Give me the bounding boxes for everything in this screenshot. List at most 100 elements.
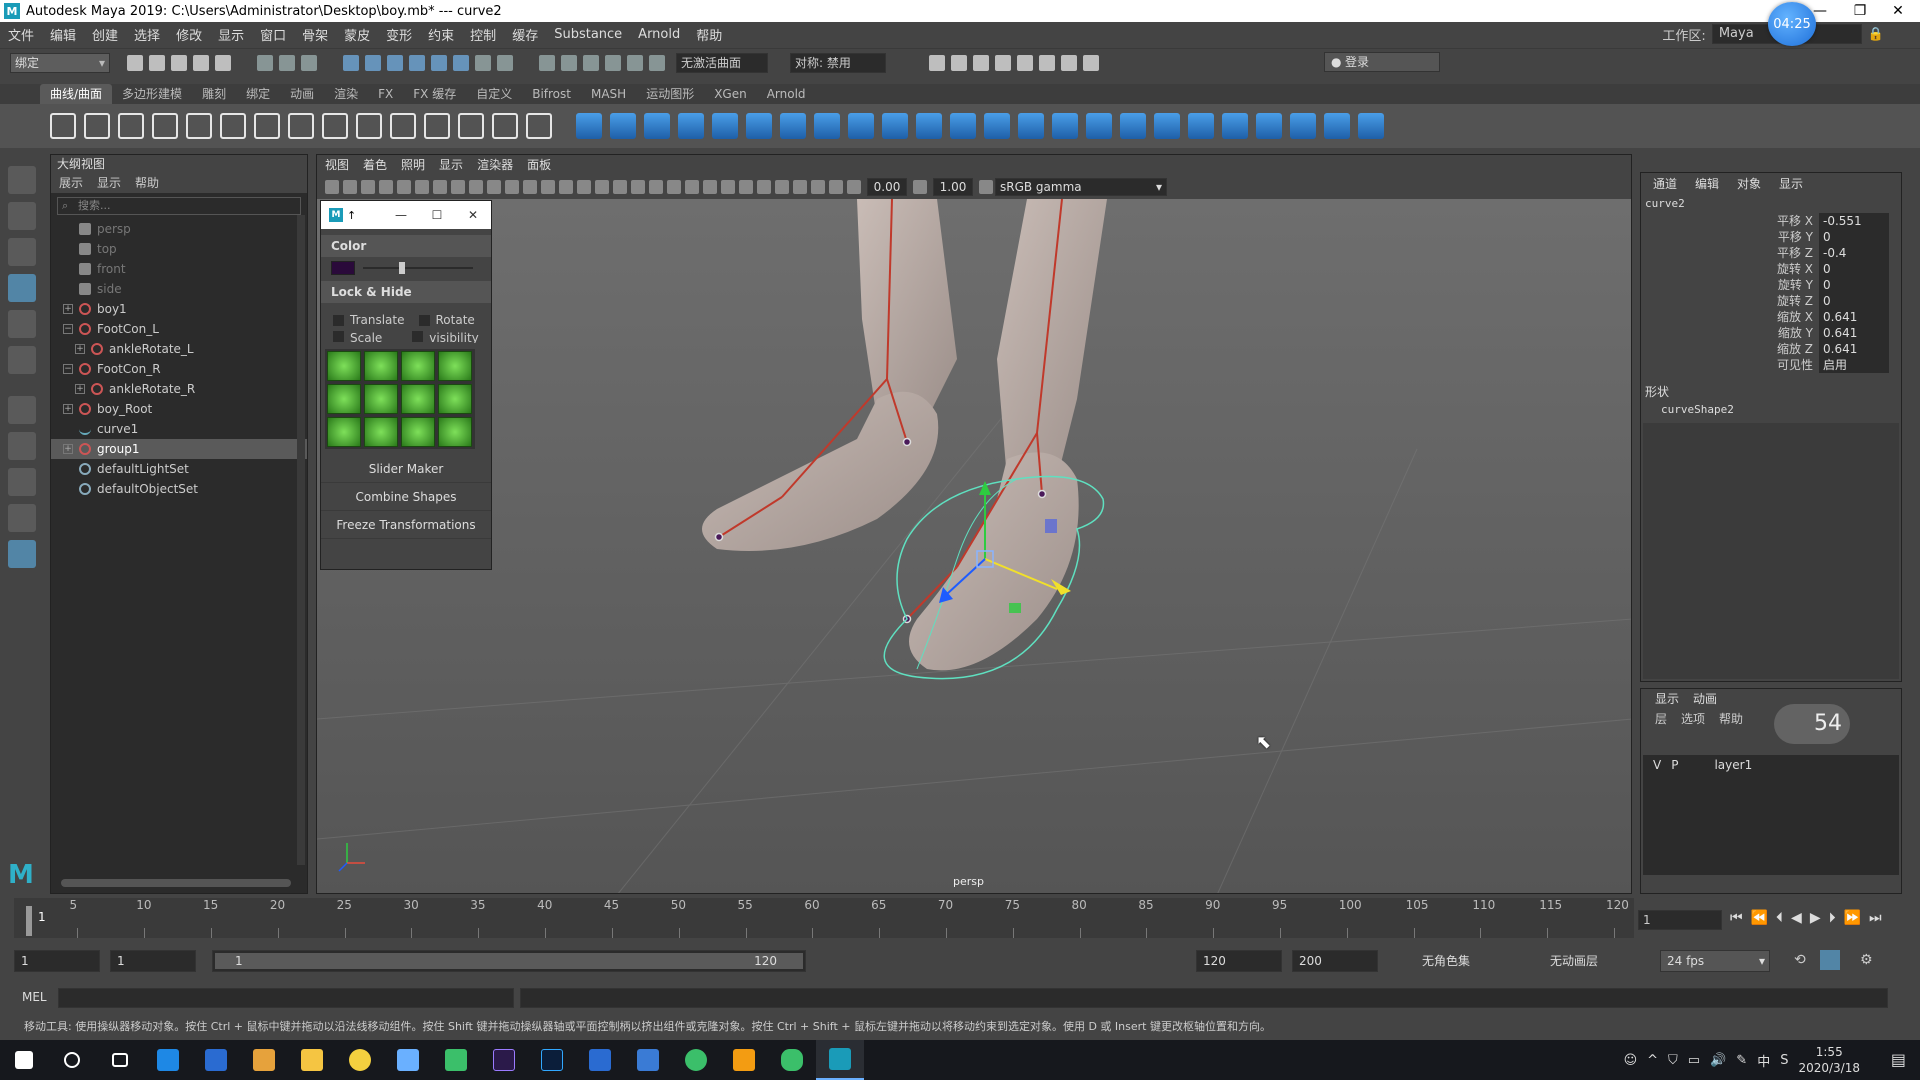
save-scene-icon[interactable] (171, 54, 187, 71)
viewport-toggle-icon[interactable] (343, 180, 357, 194)
time-slider[interactable]: 5 10 15 20 25 30 35 40 45 50 55 60 65 70 75 80 85 90 95 100… (14, 898, 1634, 938)
snap-projected-icon[interactable] (409, 54, 425, 71)
shelf-tab[interactable]: 自定义 (466, 84, 522, 104)
viewport-toggle-icon[interactable] (361, 180, 375, 194)
step-back-frame-icon[interactable]: ⏴ (1776, 910, 1783, 926)
outliner-item[interactable]: + boy1 (51, 299, 307, 319)
viewport-toggle-icon[interactable] (541, 180, 555, 194)
color-swatch[interactable] (331, 261, 355, 275)
channel-row[interactable]: 可见性 启用 (1641, 357, 1901, 373)
outliner-hscrollbar[interactable] (61, 879, 291, 887)
outliner-item[interactable]: defaultObjectSet (51, 479, 307, 499)
range-slider-thumb[interactable] (215, 953, 803, 969)
go-to-start-icon[interactable]: ⏮ (1730, 910, 1743, 926)
photoshop-icon[interactable] (528, 1040, 576, 1080)
package-icon[interactable] (240, 1040, 288, 1080)
menu-item[interactable]: 蒙皮 (336, 25, 378, 44)
light-editor-icon[interactable] (1061, 54, 1077, 71)
outliner-menu-item[interactable]: 帮助 (135, 173, 159, 193)
loop-icon[interactable]: ⟲ (1794, 952, 1806, 968)
ipr-render-icon[interactable] (973, 54, 989, 71)
shelf-tab[interactable]: 多边形建模 (112, 84, 192, 104)
channel-value-field[interactable]: 0 (1819, 229, 1889, 245)
control-shape-icon[interactable] (364, 351, 398, 381)
channel-row[interactable]: 旋转 Y 0 (1641, 277, 1901, 293)
two-view-icon[interactable] (8, 504, 36, 532)
channel-row[interactable]: 缩放 X 0.641 (1641, 309, 1901, 325)
channel-value-field[interactable]: 0 (1819, 293, 1889, 309)
surface-tool-icon[interactable] (780, 113, 806, 139)
viewport-menu-item[interactable]: 面板 (527, 155, 551, 175)
app-icon-13[interactable] (720, 1040, 768, 1080)
channel-row[interactable]: 平移 X -0.551 (1641, 213, 1901, 229)
shape-node-name[interactable]: curveShape2 (1641, 401, 1901, 419)
surface-tool-icon[interactable] (950, 113, 976, 139)
select-component-icon[interactable] (301, 54, 317, 71)
scale-tool-icon[interactable] (8, 346, 36, 374)
people-icon[interactable]: ☺ (1624, 1053, 1638, 1068)
store-icon[interactable] (192, 1040, 240, 1080)
lock-icon[interactable]: 🔒 (1868, 27, 1884, 42)
shield-icon[interactable]: ⛉ (1668, 1053, 1678, 1068)
menu-item[interactable]: Arnold (630, 27, 688, 42)
channel-box-menu-item[interactable]: 通道 (1653, 173, 1677, 195)
windows-start-icon[interactable] (0, 1040, 48, 1080)
viewport-toggle-icon[interactable] (595, 180, 609, 194)
single-view-icon[interactable] (8, 432, 36, 460)
magnet-icon-6[interactable] (649, 54, 665, 71)
channel-row[interactable]: 平移 Y 0 (1641, 229, 1901, 245)
select-object-icon[interactable] (279, 54, 295, 71)
outliner-layout-icon[interactable] (8, 540, 36, 568)
play-back-icon[interactable]: ◀ (1791, 910, 1802, 926)
outliner-item[interactable]: − FootCon_R (51, 359, 307, 379)
magnet-icon[interactable] (539, 54, 555, 71)
channel-box-menu-item[interactable]: 显示 (1779, 173, 1803, 195)
menu-item[interactable]: 选择 (126, 25, 168, 44)
viewport-menu-item[interactable]: 着色 (363, 155, 387, 175)
gamma-field[interactable]: 1.00 (933, 178, 973, 196)
tool-window-close-icon[interactable]: ✕ (455, 208, 491, 222)
paint-select-icon[interactable] (8, 238, 36, 266)
tool-window-maximize-icon[interactable]: ☐ (419, 208, 455, 222)
viewport-menu-item[interactable]: 视图 (325, 155, 349, 175)
cortana-search-icon[interactable] (48, 1040, 96, 1080)
outliner-menu-item[interactable]: 展示 (59, 173, 83, 193)
control-shape-icon[interactable] (401, 384, 435, 414)
app-icon-12[interactable] (672, 1040, 720, 1080)
viewport-panel[interactable]: 视图着色照明显示渲染器面板 0.00 1.00 sRGB gamma (316, 154, 1632, 894)
snap-view-plane-icon[interactable] (431, 54, 447, 71)
outliner-menu-item[interactable]: 显示 (97, 173, 121, 193)
surface-tool-icon[interactable] (678, 113, 704, 139)
magnet-icon-5[interactable] (627, 54, 643, 71)
undo-icon[interactable] (193, 54, 209, 71)
viewport-toggle-icon[interactable] (559, 180, 573, 194)
viewport-toggle-icon[interactable] (523, 180, 537, 194)
lasso-tool-icon[interactable] (8, 202, 36, 230)
select-tool-icon[interactable] (8, 166, 36, 194)
outliner-item[interactable]: + ankleRotate_R (51, 379, 307, 399)
file-explorer-icon[interactable] (288, 1040, 336, 1080)
four-view-icon[interactable] (8, 468, 36, 496)
control-shape-icon[interactable] (327, 384, 361, 414)
fps-dropdown[interactable]: 24 fps (1660, 950, 1770, 972)
history-icon[interactable] (497, 54, 513, 71)
shelf-tab[interactable]: Bifrost (522, 84, 581, 104)
maya-taskbar-icon[interactable] (816, 1040, 864, 1080)
mel-label[interactable]: MEL (22, 990, 47, 1004)
layer-playback-toggle[interactable]: P (1671, 758, 1678, 772)
shelf-tab[interactable]: 曲线/曲面 (40, 84, 113, 104)
menu-item[interactable]: 创建 (84, 25, 126, 44)
surface-tool-icon[interactable] (1086, 113, 1112, 139)
menu-item[interactable]: 骨架 (294, 25, 336, 44)
surface-tool-icon[interactable] (1256, 113, 1282, 139)
layer-editor-tab[interactable]: 动画 (1693, 689, 1717, 709)
outliner-item[interactable]: side (51, 279, 307, 299)
control-shape-icon[interactable] (438, 384, 472, 414)
viewport-toggle-icon[interactable] (469, 180, 483, 194)
curve-tool-icon[interactable] (84, 113, 110, 139)
viewport-toggle-icon[interactable] (811, 180, 825, 194)
control-shape-icon[interactable] (401, 417, 435, 447)
surface-tool-icon[interactable] (1358, 113, 1384, 139)
select-hierarchy-icon[interactable] (257, 54, 273, 71)
channel-value-field[interactable]: 0 (1819, 261, 1889, 277)
